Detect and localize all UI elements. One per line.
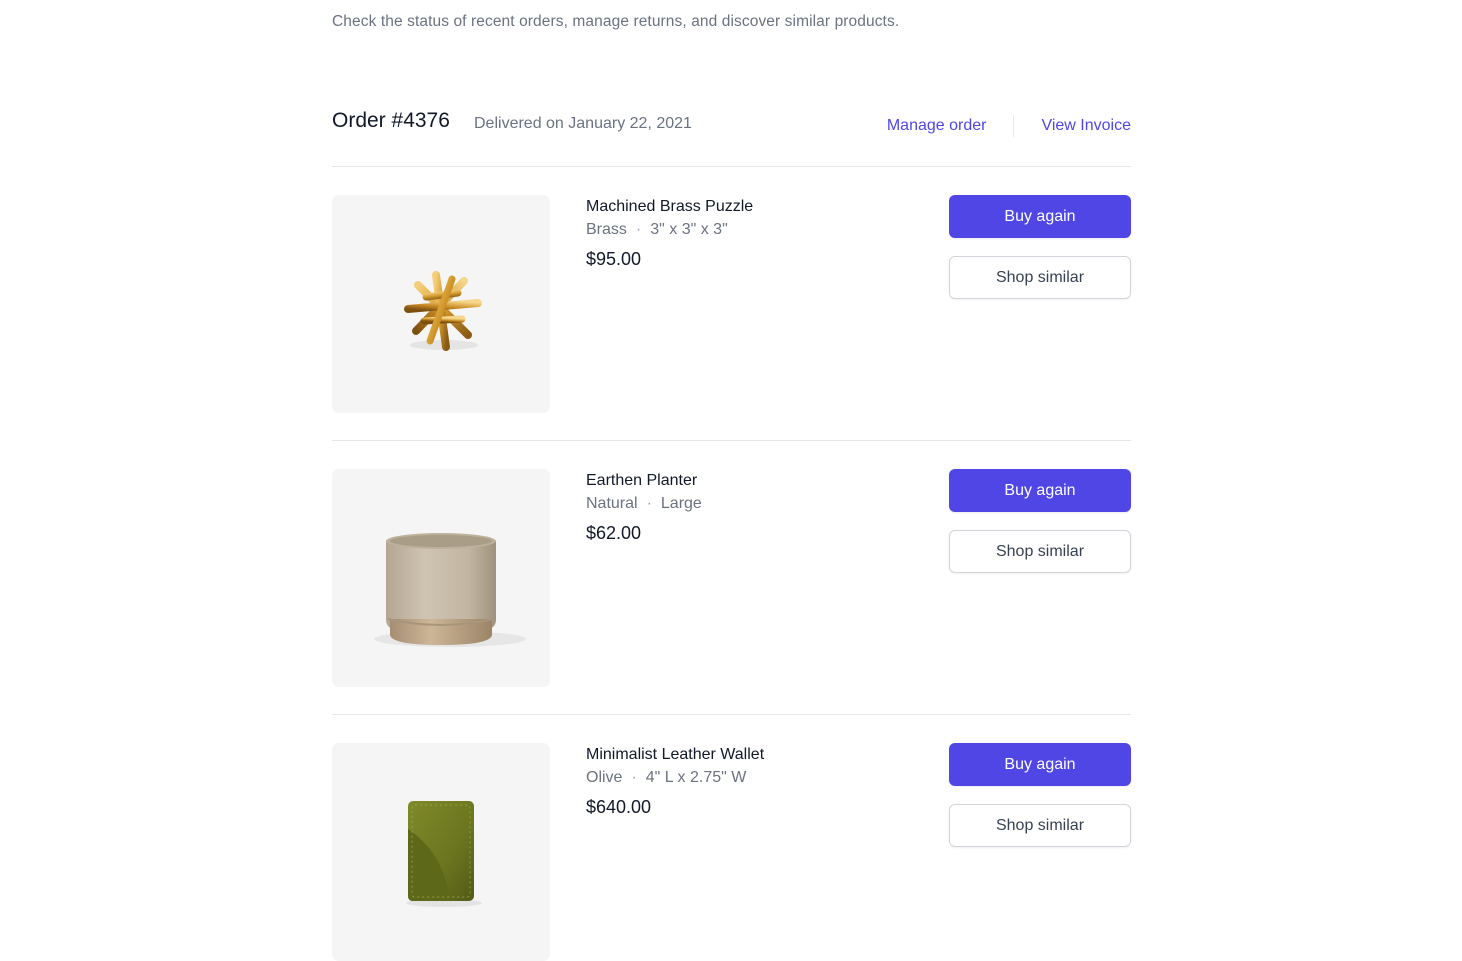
product-price: $640.00	[586, 797, 652, 817]
shop-similar-button[interactable]: Shop similar	[949, 530, 1131, 573]
product-variant: Natural	[586, 495, 638, 512]
product-thumbnail[interactable]	[332, 469, 550, 687]
shop-similar-button[interactable]: Shop similar	[949, 256, 1131, 299]
order-item: Minimalist Leather Wallet Olive · 4" L x 2…	[332, 743, 1131, 961]
wallet-image	[406, 801, 482, 907]
planter-image	[374, 533, 526, 647]
product-info: Earthen Planter Natural · Large $62.00	[586, 470, 702, 544]
product-meta: Olive · 4" L x 2.75" W	[586, 766, 764, 789]
product-name[interactable]: Machined Brass Puzzle	[586, 196, 753, 218]
order-item: Machined Brass Puzzle Brass · 3" x 3" x 3"…	[332, 195, 1131, 413]
separator-dot: ·	[631, 769, 637, 786]
divider	[1013, 115, 1015, 137]
product-size: 3" x 3" x 3"	[650, 221, 728, 238]
product-variant: Olive	[586, 769, 623, 786]
order-actions: Manage order View Invoice	[887, 115, 1131, 137]
divider	[332, 166, 1131, 167]
divider	[332, 440, 1131, 441]
product-thumbnail[interactable]	[332, 743, 550, 961]
product-thumbnail[interactable]	[332, 195, 550, 413]
product-price: $95.00	[586, 249, 642, 269]
delivery-date: Delivered on January 22, 2021	[474, 115, 692, 132]
product-meta: Natural · Large	[586, 492, 702, 515]
order-item: Earthen Planter Natural · Large $62.00 Buy…	[332, 469, 1131, 687]
product-size: Large	[660, 495, 702, 512]
product-name[interactable]: Earthen Planter	[586, 470, 702, 492]
manage-order-link[interactable]: Manage order	[887, 117, 987, 135]
order-header: Order #4376 Delivered on January 22, 202…	[332, 106, 1131, 146]
product-price: $62.00	[586, 523, 642, 543]
buy-again-button[interactable]: Buy again	[949, 195, 1131, 238]
brass-puzzle-image	[404, 271, 482, 351]
divider	[332, 714, 1131, 715]
separator-dot: ·	[646, 495, 652, 512]
product-name[interactable]: Minimalist Leather Wallet	[586, 744, 764, 766]
product-info: Machined Brass Puzzle Brass · 3" x 3" x 3"…	[586, 196, 753, 270]
view-invoice-link[interactable]: View Invoice	[1041, 117, 1131, 135]
buy-again-button[interactable]: Buy again	[949, 469, 1131, 512]
product-meta: Brass · 3" x 3" x 3"	[586, 218, 753, 241]
separator-dot: ·	[635, 221, 642, 238]
product-size: 4" L x 2.75" W	[645, 769, 747, 786]
page-description: Check the status of recent orders, manag…	[332, 13, 900, 30]
buy-again-button[interactable]: Buy again	[949, 743, 1131, 786]
product-variant: Brass	[586, 221, 627, 238]
order-number: Order #4376	[332, 109, 450, 132]
product-info: Minimalist Leather Wallet Olive · 4" L x 2…	[586, 744, 764, 818]
shop-similar-button[interactable]: Shop similar	[949, 804, 1131, 847]
